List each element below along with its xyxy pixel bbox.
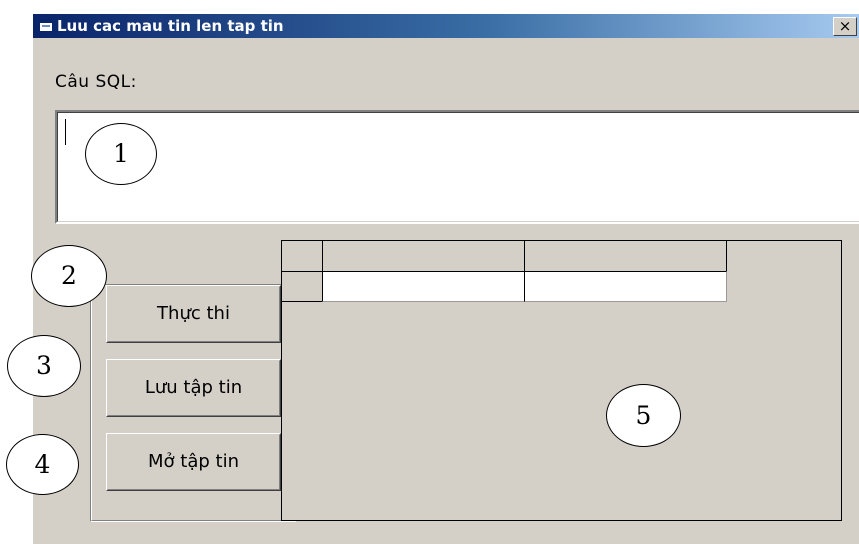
grid-cell[interactable] bbox=[524, 271, 727, 302]
save-file-button[interactable]: Lưu tập tin bbox=[106, 359, 281, 417]
title-bar[interactable]: Luu cac mau tin len tap tin × bbox=[33, 14, 859, 38]
callout-marker-3: 3 bbox=[7, 335, 81, 397]
sql-input-inner bbox=[57, 112, 859, 222]
grid-column-header[interactable] bbox=[322, 240, 525, 272]
callout-marker-1: 1 bbox=[85, 123, 157, 185]
grid-column-header[interactable] bbox=[524, 240, 727, 272]
text-caret bbox=[65, 119, 66, 145]
window-title: Luu cac mau tin len tap tin bbox=[57, 17, 284, 35]
grid-cell[interactable] bbox=[322, 271, 525, 302]
execute-button[interactable]: Thực thi bbox=[106, 285, 281, 343]
close-icon: × bbox=[838, 17, 852, 35]
callout-marker-2: 2 bbox=[31, 245, 107, 307]
open-file-button[interactable]: Mở tập tin bbox=[106, 433, 281, 491]
close-button[interactable]: × bbox=[833, 17, 857, 36]
open-file-button-label: Mở tập tin bbox=[148, 451, 239, 472]
callout-marker-4: 4 bbox=[6, 434, 79, 495]
sql-label: Câu SQL: bbox=[55, 72, 137, 92]
execute-button-label: Thực thi bbox=[157, 303, 230, 324]
callout-marker-5: 5 bbox=[606, 384, 681, 447]
sql-input[interactable] bbox=[55, 110, 859, 224]
app-window-icon bbox=[39, 19, 53, 32]
grid-corner-cell bbox=[281, 240, 323, 272]
save-file-button-label: Lưu tập tin bbox=[144, 377, 243, 398]
grid-row-header[interactable] bbox=[281, 271, 323, 302]
